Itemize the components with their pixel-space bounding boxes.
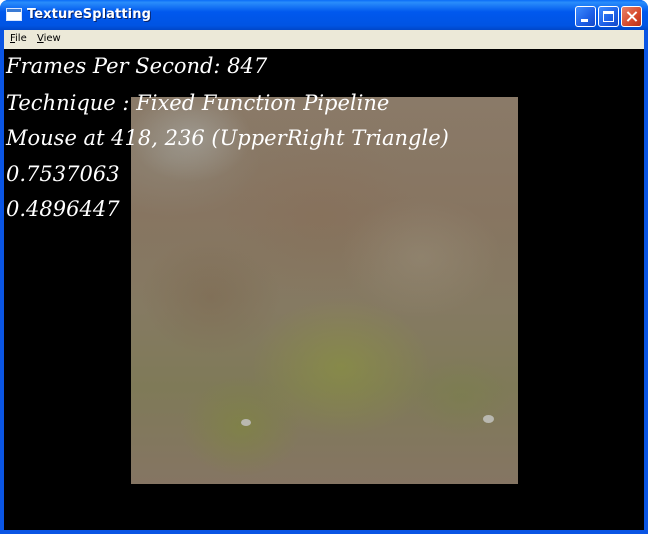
menu-bar: File View xyxy=(4,30,644,49)
menu-view-rest: iew xyxy=(43,33,61,44)
maximize-icon xyxy=(603,11,614,22)
close-button[interactable] xyxy=(621,6,642,27)
pebble xyxy=(241,419,251,426)
title-bar[interactable]: TextureSplatting xyxy=(0,0,648,30)
window-title: TextureSplatting xyxy=(27,7,151,22)
technique-readout: Technique : Fixed Function Pipeline xyxy=(6,91,390,115)
menu-file-rest: ile xyxy=(15,33,27,44)
app-window-icon[interactable] xyxy=(6,8,22,21)
menu-file[interactable]: File xyxy=(10,33,27,44)
menu-view[interactable]: View xyxy=(37,33,61,44)
mouse-readout: Mouse at 418, 236 (UpperRight Triangle) xyxy=(6,126,449,150)
fps-readout: Frames Per Second: 847 xyxy=(6,54,268,78)
application-window: TextureSplatting File View Frames Per Se… xyxy=(0,0,648,534)
minimize-icon xyxy=(581,19,588,22)
render-viewport[interactable]: Frames Per Second: 847 Technique : Fixed… xyxy=(4,49,644,530)
value-readout-2: 0.4896447 xyxy=(6,197,120,221)
maximize-button[interactable] xyxy=(598,6,619,27)
close-icon xyxy=(622,7,641,26)
pebble xyxy=(483,415,494,423)
minimize-button[interactable] xyxy=(575,6,596,27)
terrain-texture-quad xyxy=(131,97,518,484)
value-readout-1: 0.7537063 xyxy=(6,162,120,186)
menu-view-accel: V xyxy=(37,33,44,44)
